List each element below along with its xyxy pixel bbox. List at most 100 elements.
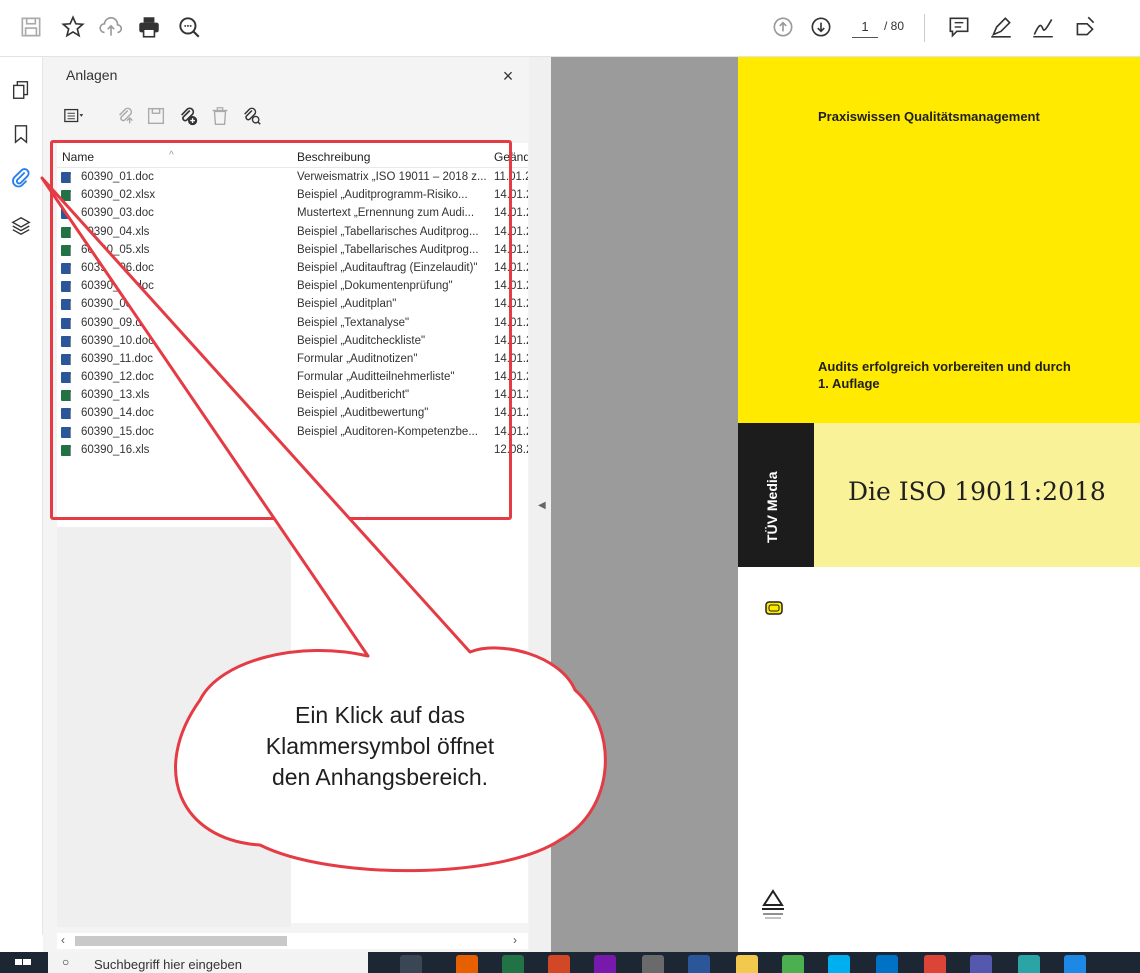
table-row[interactable]: 60390_05.xls Beispiel „Tabellarisches Aud…: [57, 242, 528, 260]
save-icon[interactable]: [16, 12, 46, 42]
table-row[interactable]: 60390_08.doc Beispiel „Auditplan" 14.01.2: [57, 296, 528, 314]
highlight-icon[interactable]: [986, 12, 1016, 42]
page-up-icon[interactable]: [768, 12, 798, 42]
sort-caret-icon: ^: [169, 150, 174, 161]
file-description: Beispiel „Auditplan": [297, 298, 397, 311]
page-total: / 80: [884, 19, 905, 33]
word-file-icon: [61, 281, 71, 293]
zoom-icon[interactable]: [174, 12, 204, 42]
scroll-right-icon[interactable]: ›: [513, 933, 517, 947]
table-row[interactable]: 60390_16.xls 12.08.2: [57, 442, 528, 460]
file-description: Beispiel „Auditoren-Kompetenzbe...: [297, 425, 478, 438]
excel-icon[interactable]: [502, 955, 524, 973]
add-attachment-icon[interactable]: [175, 103, 201, 129]
save-attachment-icon[interactable]: [143, 103, 169, 129]
app-blue-icon[interactable]: [1064, 955, 1086, 973]
delete-attachment-icon[interactable]: [207, 103, 233, 129]
taskbar-search[interactable]: ○ Suchbegriff hier eingeben: [48, 952, 368, 973]
close-icon[interactable]: ×: [495, 63, 521, 89]
star-icon[interactable]: [58, 12, 88, 42]
scroll-left-icon[interactable]: ‹: [61, 933, 65, 947]
app-green-icon[interactable]: [782, 955, 804, 973]
table-row[interactable]: 60390_01.doc Verweismatrix „ISO 19011 – 2…: [57, 169, 528, 187]
edge-icon[interactable]: [1018, 955, 1040, 973]
skype-icon[interactable]: [828, 955, 850, 973]
file-name: 60390_04.xls: [81, 225, 150, 238]
view-options-icon[interactable]: [61, 103, 87, 129]
page-down-icon[interactable]: [806, 12, 836, 42]
excel-file-icon: [61, 390, 71, 402]
file-date: 14.01.2: [494, 371, 528, 384]
powerpoint-icon[interactable]: [548, 955, 570, 973]
open-attachment-icon[interactable]: [113, 103, 139, 129]
chrome-icon[interactable]: [924, 955, 946, 973]
fill-sign-icon[interactable]: [1070, 12, 1100, 42]
file-date: 14.01.2: [494, 407, 528, 420]
navigation-rail: [0, 57, 43, 935]
table-row[interactable]: 60390_06.doc Beispiel „Auditauftrag (Einz…: [57, 260, 528, 278]
word-file-icon: [61, 299, 71, 311]
page-number-input[interactable]: 1: [852, 17, 878, 38]
word-icon[interactable]: [688, 955, 710, 973]
file-name: 60390_15.doc: [81, 425, 154, 438]
collapse-arrow-icon[interactable]: ◀: [538, 500, 546, 511]
file-date: 14.01.2: [494, 261, 528, 274]
file-description: Beispiel „Auditcheckliste": [297, 334, 426, 347]
comment-note-icon[interactable]: [765, 601, 783, 615]
table-row[interactable]: 60390_11.doc Formular „Auditnotizen" 14.01…: [57, 351, 528, 369]
word-file-icon: [61, 372, 71, 384]
firefox-icon[interactable]: [456, 955, 478, 973]
table-row[interactable]: 60390_15.doc Beispiel „Auditoren-Kompeten…: [57, 424, 528, 442]
file-date: 14.01.2: [494, 243, 528, 256]
table-row[interactable]: 60390_09.doc Beispiel „Textanalyse" 14.01.…: [57, 315, 528, 333]
cover-yellow-area: Praxiswissen Qualitätsmanagement Audits …: [738, 57, 1140, 423]
task-view-icon[interactable]: [400, 955, 422, 973]
table-row[interactable]: 60390_12.doc Formular „Auditteilnehmerlis…: [57, 369, 528, 387]
publisher-name: TÜV Media: [764, 471, 780, 543]
layers-icon[interactable]: [8, 213, 34, 239]
paperclip-icon[interactable]: [8, 165, 34, 191]
comment-icon[interactable]: [944, 12, 974, 42]
file-description: Beispiel „Tabellarisches Auditprog...: [297, 225, 479, 238]
file-name: 60390_16.xls: [81, 443, 150, 456]
book-title: Die ISO 19011:2018: [848, 477, 1106, 506]
table-row[interactable]: 60390_13.xls Beispiel „Auditbericht" 14.01…: [57, 387, 528, 405]
file-name: 60390_01.doc: [81, 171, 154, 183]
teams-icon[interactable]: [970, 955, 992, 973]
table-row[interactable]: 60390_02.xlsx Beispiel „Auditprogramm-Ris…: [57, 187, 528, 205]
table-row[interactable]: 60390_03.doc Mustertext „Ernennung zum Au…: [57, 205, 528, 223]
word-file-icon: [61, 172, 71, 183]
onenote-icon[interactable]: [594, 955, 616, 973]
table-row[interactable]: 60390_10.doc Beispiel „Auditcheckliste" 14…: [57, 333, 528, 351]
table-row[interactable]: 60390_14.doc Beispiel „Auditbewertung" 14.…: [57, 405, 528, 423]
print-icon[interactable]: [134, 12, 164, 42]
file-name: 60390_12.doc: [81, 371, 154, 384]
outlook-icon[interactable]: [876, 955, 898, 973]
table-row[interactable]: 60390_07.doc Beispiel „Dokumentenprüfung"…: [57, 278, 528, 296]
column-name[interactable]: Name: [62, 150, 94, 164]
column-date[interactable]: Geänd: [494, 150, 528, 164]
word-file-icon: [61, 262, 71, 274]
pdf-page: Praxiswissen Qualitätsmanagement Audits …: [738, 57, 1140, 952]
file-description: Beispiel „Textanalyse": [297, 316, 410, 329]
windows-start-icon[interactable]: [14, 955, 32, 973]
column-description[interactable]: Beschreibung: [297, 150, 370, 164]
panel-splitter[interactable]: ◀: [529, 57, 551, 952]
sign-icon[interactable]: [1028, 12, 1058, 42]
pages-icon[interactable]: [8, 77, 34, 103]
explorer-icon[interactable]: [736, 955, 758, 973]
file-description: Beispiel „Tabellarisches Auditprog...: [297, 243, 479, 256]
file-date: 11.01.2: [494, 171, 528, 183]
table-row[interactable]: 60390_04.xls Beispiel „Tabellarisches Aud…: [57, 224, 528, 242]
horizontal-scrollbar[interactable]: ‹ ›: [57, 933, 528, 949]
snipping-icon[interactable]: [642, 955, 664, 973]
upload-icon[interactable]: [96, 12, 126, 42]
file-date: 12.08.2: [494, 443, 528, 456]
bookmark-icon[interactable]: [8, 121, 34, 147]
excel-file-icon: [61, 226, 71, 238]
taskbar: ○ Suchbegriff hier eingeben: [0, 952, 1140, 973]
scrollbar-thumb[interactable]: [75, 936, 287, 946]
file-date: 14.01.2: [494, 225, 528, 238]
excel-file-icon: [61, 444, 71, 456]
search-attachment-icon[interactable]: [239, 103, 265, 129]
